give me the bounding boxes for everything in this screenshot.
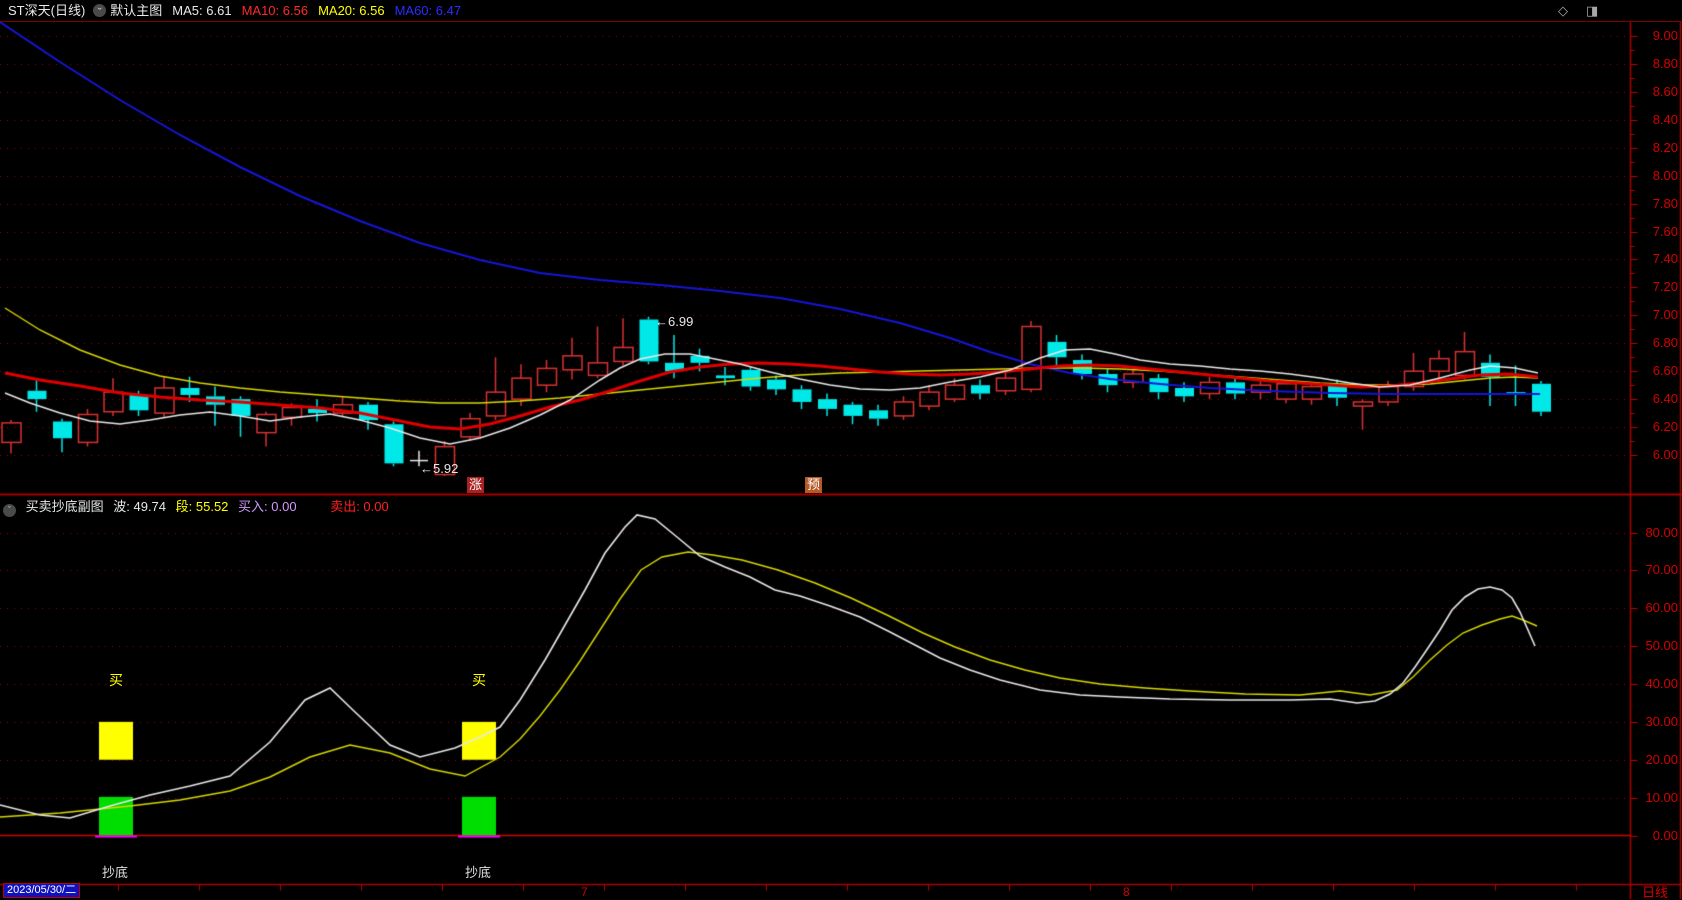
main-axis-price-label: 9.00: [1652, 28, 1678, 43]
sub-axis-value-label: 60.00: [1645, 600, 1678, 615]
wave-value: 波: 49.74: [113, 499, 167, 514]
candlestick-chart-canvas[interactable]: [0, 0, 1682, 900]
sub-axis-value-label: 0.00: [1652, 828, 1678, 843]
indicator-name[interactable]: 买卖抄底副图: [26, 499, 104, 514]
event-badge[interactable]: 预: [805, 477, 822, 493]
bottom-fishing-label: 抄底: [465, 865, 492, 880]
buy-signal-label: 买: [472, 672, 486, 688]
symbol-title: ST深天(日线): [8, 3, 86, 18]
sell-value: 卖出: 0.00: [330, 499, 389, 514]
ma10-value: MA10: 6.56: [241, 3, 309, 18]
ma20-value: MA20: 6.56: [318, 3, 385, 18]
sub-axis-value-label: 80.00: [1645, 525, 1678, 540]
main-axis-price-label: 8.60: [1652, 84, 1678, 99]
period-label[interactable]: 日线: [1642, 882, 1668, 900]
main-axis-price-label: 6.20: [1652, 419, 1678, 434]
chevron-down-icon[interactable]: ˇ: [3, 504, 16, 517]
main-axis-price-label: 8.40: [1652, 112, 1678, 127]
sub-chart-header: ˇ 买卖抄底副图 波: 49.74 段: 55.52 买入: 0.00 卖出: …: [3, 496, 395, 517]
main-axis-price-label: 8.20: [1652, 140, 1678, 155]
date-label[interactable]: 2023/05/30/二: [3, 883, 81, 898]
main-axis-price-label: 7.20: [1652, 279, 1678, 294]
main-axis-price-label: 6.60: [1652, 363, 1678, 378]
main-axis-price-label: 6.00: [1652, 447, 1678, 462]
month-axis-label: 8: [1123, 885, 1130, 899]
main-axis-price-label: 8.00: [1652, 168, 1678, 183]
stock-chart-window: { "title_bar": { "symbol": "ST深天(日线)", "…: [0, 0, 1682, 900]
main-axis-price-label: 7.80: [1652, 196, 1678, 211]
main-axis-price-label: 7.60: [1652, 224, 1678, 239]
event-badge[interactable]: 涨: [467, 477, 484, 493]
chevron-down-icon[interactable]: ˇ: [93, 4, 107, 20]
ma5-value: MA5: 6.61: [172, 3, 232, 18]
split-layout-icon[interactable]: ◨: [1586, 3, 1598, 19]
diamond-icon[interactable]: ◇: [1558, 3, 1568, 19]
bottom-fishing-label: 抄底: [102, 865, 129, 880]
high-price-annotation: ←6.99: [655, 314, 694, 329]
sub-axis-value-label: 70.00: [1645, 562, 1678, 577]
month-axis-label: 7: [581, 885, 588, 899]
buy-value: 买入: 0.00: [238, 499, 297, 514]
sub-axis-value-label: 30.00: [1645, 714, 1678, 729]
main-axis-price-label: 7.00: [1652, 307, 1678, 322]
main-axis-price-label: 6.80: [1652, 335, 1678, 350]
sub-axis-value-label: 50.00: [1645, 638, 1678, 653]
title-bar: ST深天(日线) ˇ 默认主图 MA5: 6.61 MA10: 6.56 MA20: 6.…: [0, 0, 1682, 22]
sub-axis-value-label: 20.00: [1645, 752, 1678, 767]
sub-axis-value-label: 10.00: [1645, 790, 1678, 805]
main-axis-price-label: 8.80: [1652, 56, 1678, 71]
main-axis-price-label: 7.40: [1652, 251, 1678, 266]
main-axis-price-label: 6.40: [1652, 391, 1678, 406]
segment-value: 段: 55.52: [175, 499, 229, 514]
main-overlay-selector[interactable]: 默认主图: [110, 3, 162, 18]
ma60-value: MA60: 6.47: [394, 3, 462, 18]
sub-axis-value-label: 40.00: [1645, 676, 1678, 691]
low-price-annotation: ←5.92: [420, 461, 459, 476]
buy-signal-label: 买: [109, 672, 123, 688]
